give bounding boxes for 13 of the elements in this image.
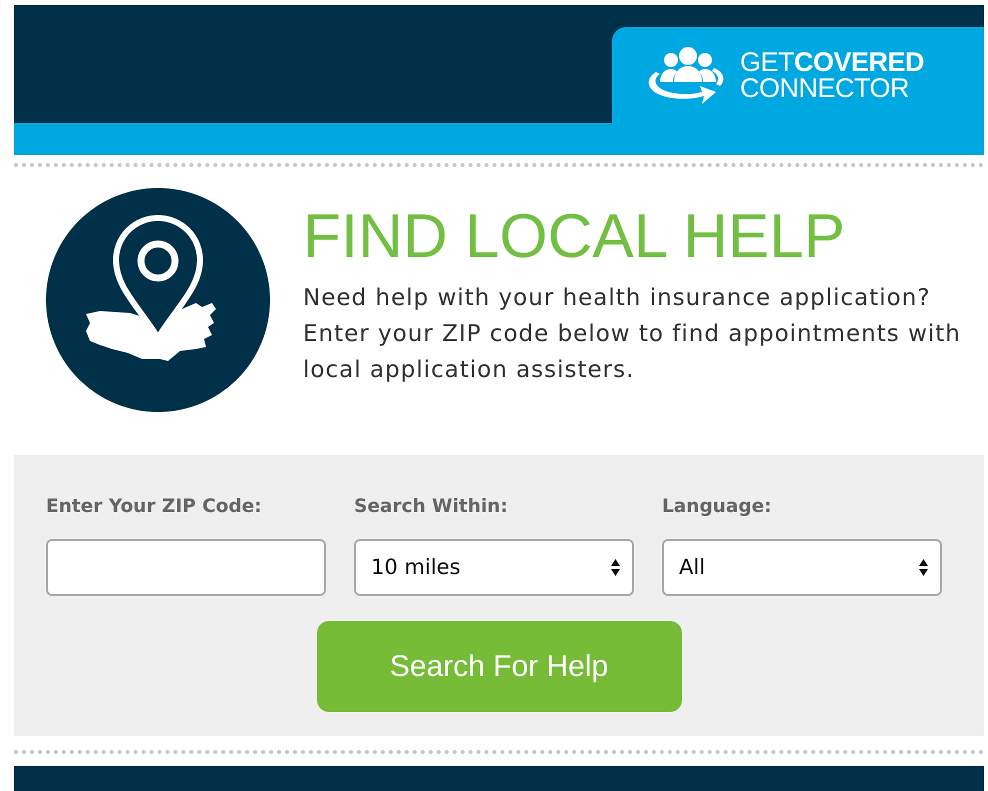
field-label: Search Within: — [354, 495, 509, 519]
up-down-arrows-icon — [611, 558, 620, 576]
map-pin-icon — [46, 188, 270, 412]
page-title: FIND LOCAL HELP — [303, 206, 846, 268]
logo-text: GETCOVERED — [740, 49, 924, 75]
intro-text: Need help with your health insurance application? Enter your ZIP code below to find appointments with local application assisters. — [303, 284, 962, 385]
zip-input-field[interactable] — [46, 538, 326, 596]
dropdown-select[interactable]: 10 miles — [354, 538, 634, 596]
up-down-arrows-icon — [919, 558, 928, 576]
field-label: Language: — [662, 495, 773, 519]
logo-text: CONNECTOR — [740, 75, 910, 101]
dropdown-select[interactable]: All — [662, 538, 942, 596]
field-label: Enter Your ZIP Code: — [46, 495, 263, 519]
